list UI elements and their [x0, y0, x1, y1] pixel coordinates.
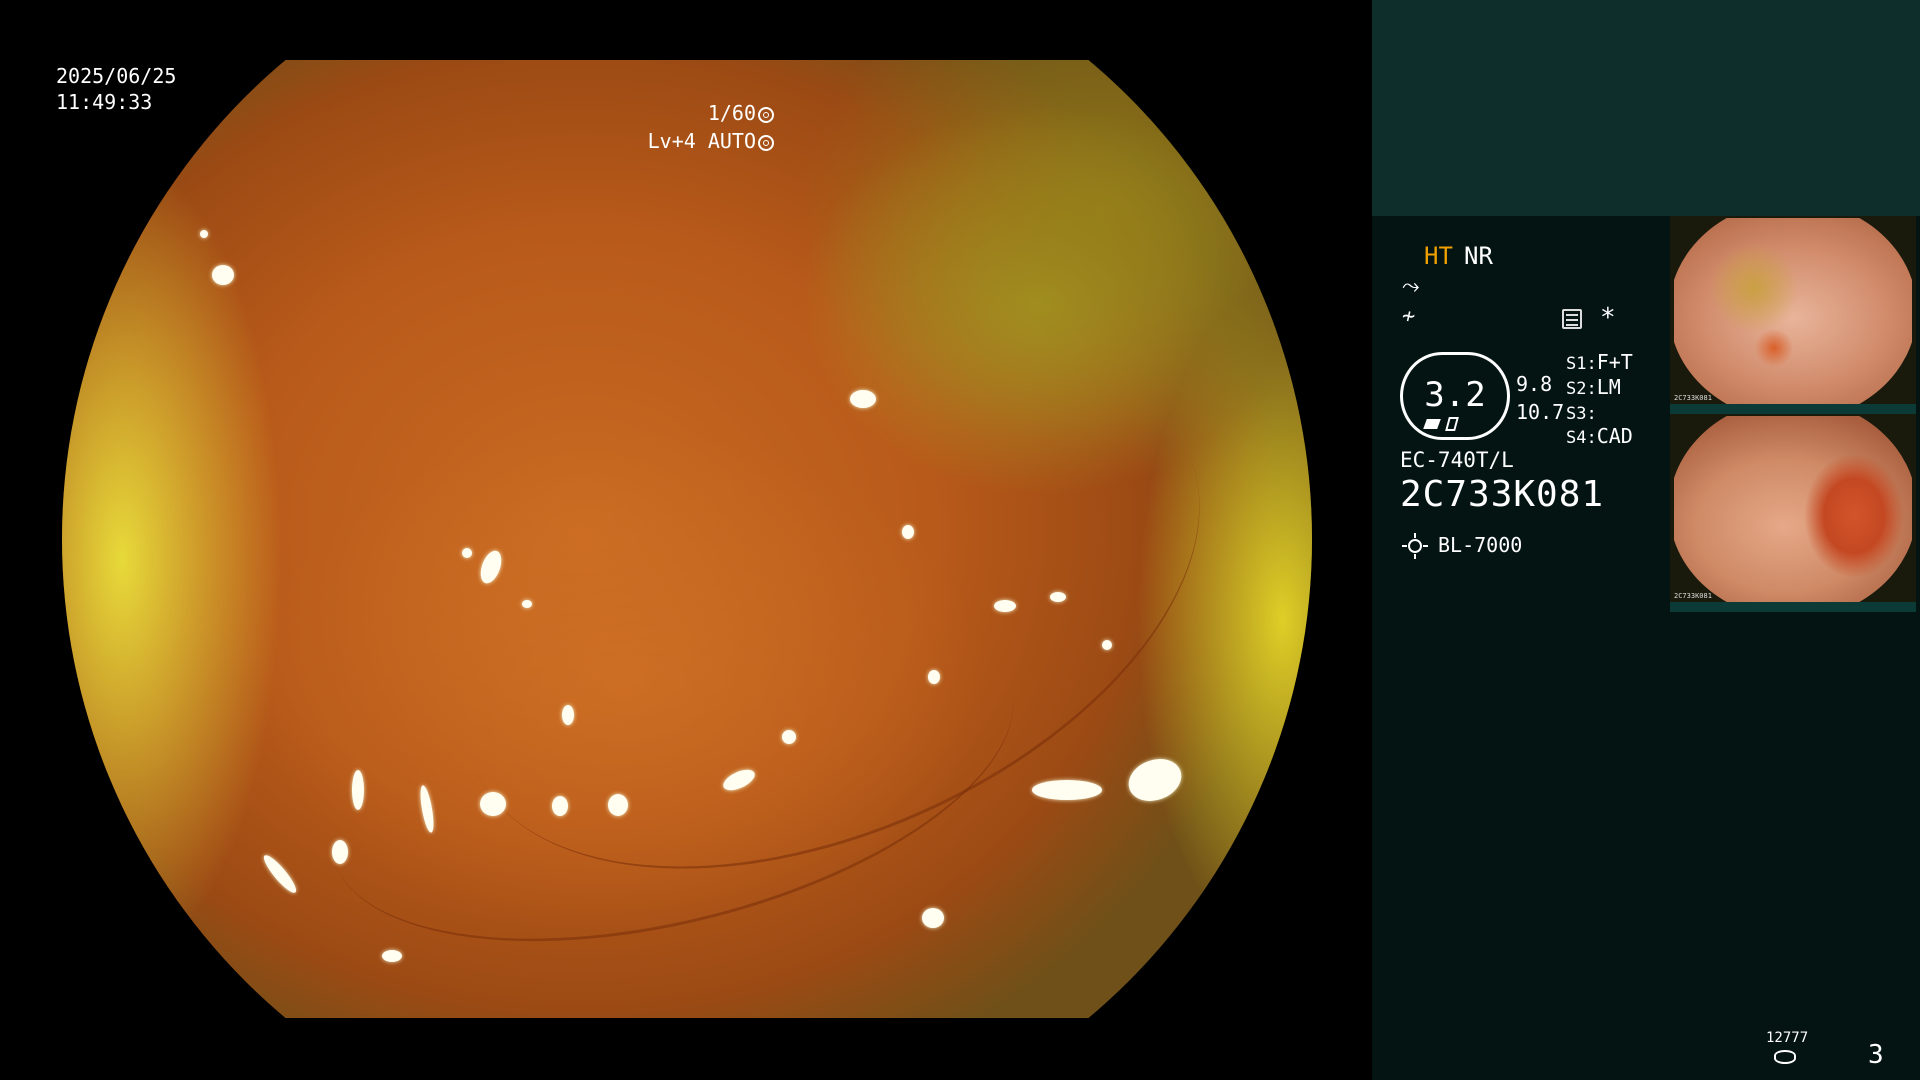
- specular-glint: [562, 705, 574, 725]
- specular-glint: [200, 230, 208, 238]
- specular-glint: [522, 600, 532, 608]
- image-counter: 12777: [1766, 1030, 1809, 1046]
- page-number: 3: [1868, 1040, 1884, 1070]
- specular-glint: [902, 525, 914, 539]
- specular-glint: [462, 548, 472, 558]
- counter-icon: [1774, 1050, 1796, 1064]
- enhance-icon: ⤳: [1402, 274, 1420, 299]
- slot-key: S1:: [1566, 354, 1597, 374]
- color-icon: ≁: [1402, 304, 1416, 329]
- specular-glint: [994, 600, 1016, 612]
- slot-key: S3:: [1566, 404, 1597, 424]
- capture-thumbnail[interactable]: 2C733K081: [1670, 414, 1916, 612]
- scope-model: EC-740T/L: [1400, 448, 1514, 472]
- specular-glint: [608, 794, 628, 816]
- slot-value: F+T: [1596, 350, 1633, 374]
- mode-nr-label: NR: [1464, 242, 1493, 270]
- light-source-icon: [1402, 533, 1428, 559]
- specular-glint: [352, 770, 364, 810]
- gauge-value: 3.2: [1424, 375, 1486, 415]
- specular-glint: [1122, 751, 1188, 809]
- gauge-mark-icon: [1423, 419, 1441, 429]
- thumbnail-image: [1674, 416, 1912, 602]
- specular-glint: [782, 730, 796, 744]
- specular-glint: [382, 950, 402, 962]
- slot-key: S2:: [1566, 379, 1597, 399]
- specular-glint: [850, 390, 876, 408]
- slot-s3: S3:: [1566, 400, 1597, 424]
- slot-value: CAD: [1596, 424, 1633, 448]
- thumbnail-caption: 2C733K081: [1674, 592, 1712, 600]
- shutter-readout: 1/60: [708, 100, 774, 126]
- specular-glint: [928, 670, 940, 684]
- brightness-readout: Lv+4 AUTO: [648, 128, 774, 154]
- specular-glint: [552, 796, 568, 816]
- zoom-gauge: 3.2: [1400, 352, 1510, 440]
- specular-glint: [212, 265, 234, 285]
- thumbnail-caption: 2C733K081: [1674, 394, 1712, 402]
- specular-glint: [1032, 780, 1102, 800]
- endoscope-view: 2025/06/25 11:49:33 1/60 Lv+4 AUTO: [0, 0, 1372, 1080]
- slot-s1: S1:F+T: [1566, 350, 1633, 374]
- endoscope-image: [62, 60, 1312, 1018]
- star-icon: *: [1600, 303, 1616, 333]
- mode-ht-label: HT: [1424, 242, 1453, 270]
- specular-glint: [1102, 640, 1112, 650]
- panel-header-area: [1372, 0, 1920, 216]
- gauge-mark-outline-icon: [1445, 417, 1459, 431]
- specular-glint: [259, 851, 301, 897]
- light-source-label: BL-7000: [1438, 533, 1523, 557]
- slot-value: LM: [1596, 375, 1621, 399]
- info-panel: HT NR ⤳ ≁ 3.2 9.8 10.7 * S1:F+T S2:LM S3…: [1372, 0, 1920, 1080]
- slot-s2: S2:LM: [1566, 375, 1621, 399]
- exam-time: 11:49:33: [56, 90, 153, 114]
- exam-date: 2025/06/25: [56, 64, 177, 88]
- brightness-value: Lv+4 AUTO: [647, 129, 756, 153]
- scope-serial: 2C733K081: [1400, 474, 1605, 515]
- thumbnail-image: [1674, 218, 1912, 404]
- shutter-icon: [758, 106, 774, 123]
- value-b: 10.7: [1516, 400, 1565, 424]
- iris-icon: [758, 134, 774, 151]
- menu-icon: [1562, 309, 1582, 329]
- specular-glint: [332, 840, 348, 864]
- capture-thumbnail[interactable]: 2C733K081: [1670, 216, 1916, 414]
- slot-s4: S4:CAD: [1566, 424, 1633, 448]
- shutter-value: 1/60: [707, 101, 756, 125]
- slot-key: S4:: [1566, 428, 1597, 448]
- specular-glint: [476, 547, 506, 587]
- specular-glint: [922, 908, 944, 928]
- specular-glint: [1050, 592, 1066, 602]
- specular-glint: [480, 792, 506, 816]
- value-a: 9.8: [1516, 372, 1553, 396]
